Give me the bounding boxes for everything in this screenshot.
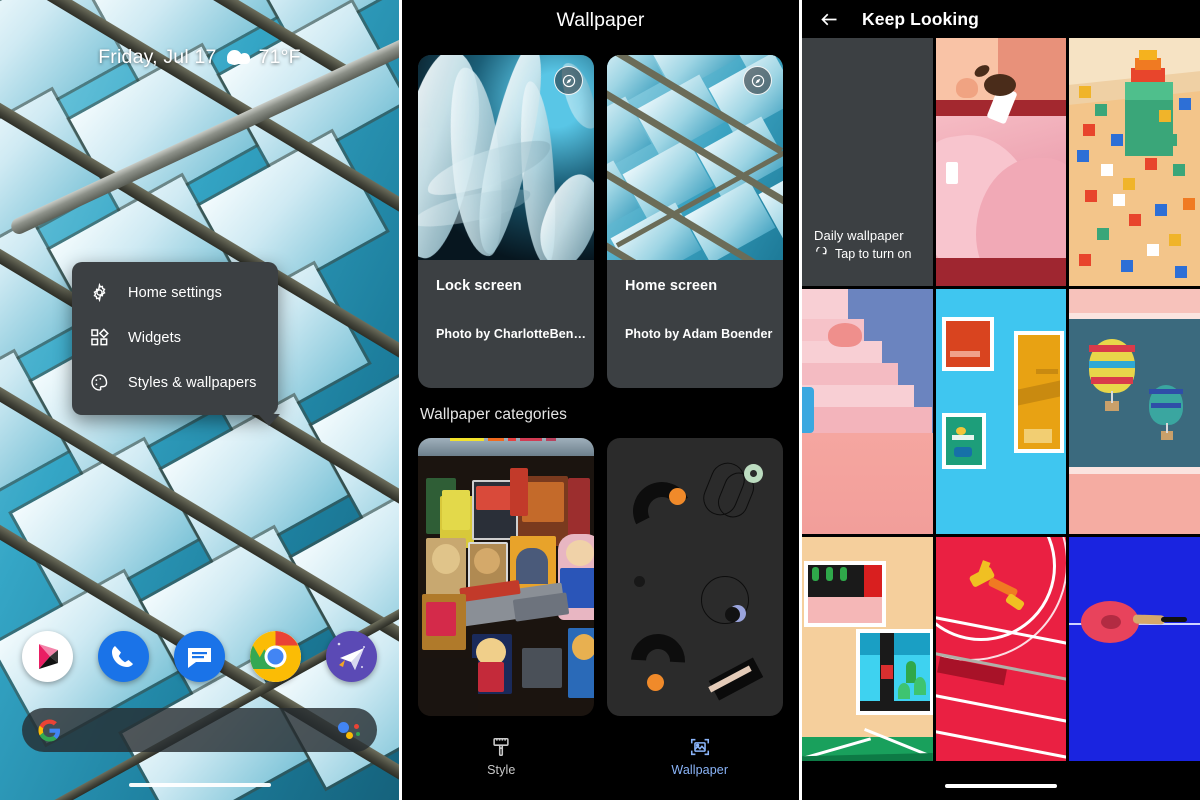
refresh-icon — [814, 245, 828, 261]
three-panel-screenshot: Friday, Jul 17 71°F Home settings Widget… — [0, 0, 1200, 800]
ping-pong-tile[interactable] — [1069, 537, 1200, 761]
tab-wallpaper-label: Wallpaper — [671, 763, 729, 777]
tab-style-label: Style — [487, 763, 516, 777]
gesture-nav-pill[interactable] — [128, 783, 271, 787]
home-wallpaper: Friday, Jul 17 71°F Home settings Widget… — [0, 0, 399, 800]
daily-wallpaper-title: Daily wallpaper — [814, 228, 904, 243]
abstract-dot-orange-bottom — [647, 674, 664, 691]
wallpaper-grid-row-2 — [802, 289, 1200, 534]
wallpaper-screen-title: Wallpaper — [556, 9, 645, 31]
palette-icon — [90, 373, 109, 392]
play-store-icon[interactable] — [22, 631, 73, 682]
status-date: Friday, Jul 17 — [98, 46, 217, 68]
preview-screen-name: Home screen — [625, 278, 718, 294]
abstract-dot-dark-overlap — [725, 607, 740, 622]
home-longpress-menu: Home settings Widgets Styles & wallpaper… — [72, 262, 280, 426]
chrome-icon[interactable] — [250, 631, 301, 682]
cactus-road-tile[interactable] — [802, 537, 933, 761]
hot-air-balloons-tile[interactable] — [1069, 289, 1200, 534]
menu-item-home-settings[interactable]: Home settings — [72, 270, 278, 315]
tab-wallpaper[interactable]: Wallpaper — [601, 736, 800, 777]
pink-stairs-tile[interactable] — [802, 289, 933, 534]
tab-style[interactable]: Style — [402, 736, 601, 777]
menu-item-label: Home settings — [128, 284, 222, 301]
home-screen-thumbnail — [607, 55, 783, 260]
wallpaper-categories-heading: Wallpaper categories — [420, 406, 568, 423]
phone-icon[interactable] — [98, 631, 149, 682]
wallpaper-preview-row: Lock screen Photo by CharlotteBen… Home … — [402, 32, 799, 388]
telegram-icon[interactable] — [326, 631, 377, 682]
wallpaper-categories-row — [402, 424, 799, 716]
shelf-edge — [418, 438, 594, 456]
panel-home-screen: Friday, Jul 17 71°F Home settings Widget… — [0, 0, 399, 800]
google-assistant-icon[interactable] — [338, 719, 361, 742]
daily-wallpaper-action-label: Tap to turn on — [835, 247, 912, 261]
bottom-navigation: Style Wallpaper — [402, 732, 799, 800]
preview-photo-author: Photo by Adam Boender — [625, 327, 773, 341]
wallpaper-grid-row-3 — [802, 537, 1200, 761]
widgets-icon — [90, 328, 109, 347]
gesture-nav-pill[interactable] — [945, 784, 1057, 788]
abstract-curve-top — [625, 474, 699, 548]
wallpaper-image-icon — [689, 736, 711, 758]
category-abstract[interactable] — [607, 438, 783, 716]
preview-photo-author: Photo by CharlotteBen… — [436, 327, 587, 341]
menu-item-styles-wallpapers[interactable]: Styles & wallpapers — [72, 360, 278, 405]
lock-screen-thumbnail — [418, 55, 594, 260]
preview-screen-name: Lock screen — [436, 278, 522, 294]
spilled-coffee-bed-tile[interactable] — [935, 38, 1067, 286]
wallpaper-grid-row-1: Daily wallpaper Tap to turn on — [802, 38, 1200, 286]
panel-keep-looking: Keep Looking Daily wallpaper Tap to turn… — [802, 0, 1200, 800]
app-dock — [0, 631, 399, 682]
menu-item-label: Styles & wallpapers — [128, 374, 257, 391]
panel-wallpaper-picker: Wallpaper Lock screen Photo by Charlotte… — [402, 0, 799, 800]
daily-wallpaper-tile[interactable]: Daily wallpaper Tap to turn on — [802, 38, 933, 286]
status-weather-row: Friday, Jul 17 71°F — [0, 46, 399, 69]
status-temperature: 71°F — [258, 46, 301, 68]
lock-screen-preview-card[interactable]: Lock screen Photo by CharlotteBen… — [418, 55, 594, 388]
category-my-photos[interactable] — [418, 438, 594, 716]
daily-wallpaper-label-block: Daily wallpaper Tap to turn on — [814, 228, 911, 261]
gear-icon — [90, 283, 109, 302]
explore-icon[interactable] — [743, 66, 772, 95]
keep-looking-title: Keep Looking — [862, 8, 979, 29]
blue-wall-frames-tile[interactable] — [935, 289, 1067, 534]
menu-item-label: Widgets — [128, 329, 182, 346]
messages-icon[interactable] — [174, 631, 225, 682]
explore-icon[interactable] — [554, 66, 583, 95]
home-screen-preview-card[interactable]: Home screen Photo by Adam Boender — [607, 55, 783, 388]
running-track-tile[interactable] — [935, 537, 1067, 761]
abstract-dot-green-core — [750, 470, 757, 477]
google-search-bar[interactable] — [22, 708, 377, 752]
toy-blocks-tile[interactable] — [1069, 38, 1200, 286]
keep-looking-header: Keep Looking — [802, 0, 1200, 38]
abstract-dot-orange-top — [669, 488, 686, 505]
abstract-dot-small-dark — [634, 576, 645, 587]
back-arrow-icon[interactable] — [819, 9, 840, 30]
cloud-icon — [226, 50, 250, 65]
paintbrush-icon — [490, 736, 512, 758]
menu-item-widgets[interactable]: Widgets — [72, 315, 278, 360]
daily-wallpaper-action: Tap to turn on — [814, 245, 912, 261]
google-logo-icon — [38, 718, 61, 742]
